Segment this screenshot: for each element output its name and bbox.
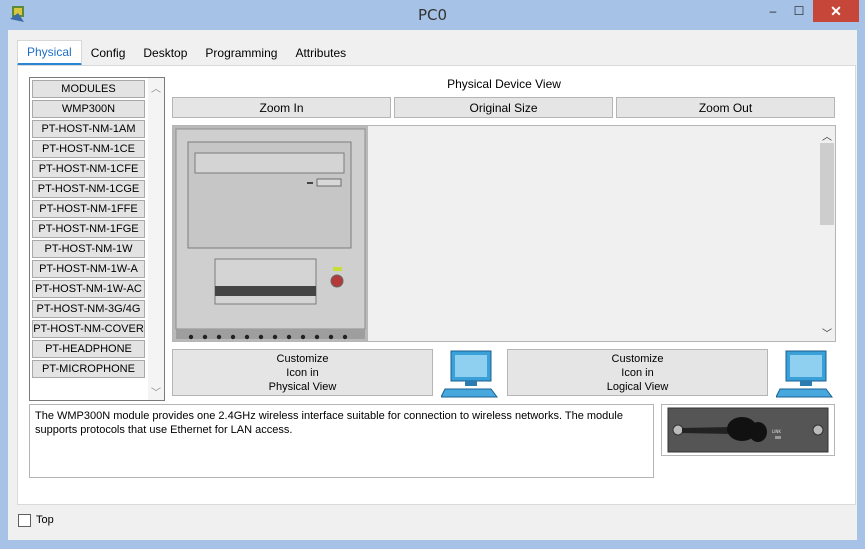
link-label: LINK	[772, 429, 781, 434]
module-description: The WMP300N module provides one 2.4GHz w…	[29, 404, 654, 478]
zoom-out-button[interactable]: Zoom Out	[616, 97, 835, 118]
window-title: PC0	[417, 6, 448, 24]
maximize-button[interactable]: ☐	[786, 0, 812, 22]
module-item-pt-host-nm-1am[interactable]: PT-HOST-NM-1AM	[32, 120, 145, 138]
scrollbar-thumb[interactable]	[820, 143, 834, 225]
tab-bar: Physical Config Desktop Programming Attr…	[17, 40, 355, 66]
module-item-pt-host-nm-1fge[interactable]: PT-HOST-NM-1FGE	[32, 220, 145, 238]
physical-tab-panel: MODULES WMP300N PT-HOST-NM-1AM PT-HOST-N…	[17, 65, 856, 505]
customize-logical-line2: Icon in	[621, 366, 654, 379]
module-item-wmp300n[interactable]: WMP300N	[32, 100, 145, 118]
title-bar: PC0 – ☐ ✕	[0, 0, 865, 30]
tab-config[interactable]: Config	[82, 40, 135, 66]
tab-desktop[interactable]: Desktop	[134, 40, 196, 66]
module-preview: LINK	[661, 404, 835, 456]
module-item-pt-headphone[interactable]: PT-HEADPHONE	[32, 340, 145, 358]
minimize-button[interactable]: –	[760, 0, 786, 22]
module-item-pt-host-nm-1cge[interactable]: PT-HOST-NM-1CGE	[32, 180, 145, 198]
zoom-in-button[interactable]: Zoom In	[172, 97, 391, 118]
module-item-pt-host-nm-1ffe[interactable]: PT-HOST-NM-1FFE	[32, 200, 145, 218]
module-item-pt-host-nm-1w-a[interactable]: PT-HOST-NM-1W-A	[32, 260, 145, 278]
top-checkbox-label: Top	[36, 514, 54, 526]
module-item-modules[interactable]: MODULES	[32, 80, 145, 98]
scroll-down-icon[interactable]: ﹀	[819, 325, 835, 340]
scroll-up-icon[interactable]: ︿	[819, 128, 835, 143]
customize-physical-line3: Physical View	[268, 380, 337, 393]
top-checkbox[interactable]	[18, 514, 31, 527]
customize-logical-line3: Logical View	[606, 380, 669, 393]
customize-physical-line1: Customize	[276, 352, 329, 365]
module-list: MODULES WMP300N PT-HOST-NM-1AM PT-HOST-N…	[29, 77, 165, 401]
wmp300n-module-image: LINK	[667, 407, 829, 453]
module-item-pt-host-nm-1cfe[interactable]: PT-HOST-NM-1CFE	[32, 160, 145, 178]
customize-logical-line1: Customize	[611, 352, 664, 365]
client-area: Physical Config Desktop Programming Attr…	[8, 30, 857, 540]
tab-attributes[interactable]: Attributes	[286, 40, 355, 66]
scroll-down-icon[interactable]: ﹀	[148, 384, 164, 399]
window: PC0 – ☐ ✕ Physical Config Desktop Progra…	[0, 0, 865, 549]
customize-physical-icon-button[interactable]: Customize Icon in Physical View	[172, 349, 433, 396]
module-item-pt-host-nm-1w-ac[interactable]: PT-HOST-NM-1W-AC	[32, 280, 145, 298]
customize-physical-line2: Icon in	[286, 366, 319, 379]
scroll-up-icon[interactable]: ︿	[148, 80, 164, 95]
module-item-pt-host-nm-1w[interactable]: PT-HOST-NM-1W	[32, 240, 145, 258]
pc-tower-image[interactable]	[173, 126, 368, 341]
module-list-scrollbar[interactable]: ︿ ﹀	[148, 78, 164, 400]
module-list-items: MODULES WMP300N PT-HOST-NM-1AM PT-HOST-N…	[32, 80, 147, 380]
computer-monitor-icon	[776, 350, 833, 398]
computer-monitor-icon	[441, 350, 498, 398]
physical-device-canvas[interactable]: ︿ ﹀	[172, 125, 836, 342]
customize-logical-icon-button[interactable]: Customize Icon in Logical View	[507, 349, 768, 396]
tab-physical[interactable]: Physical	[17, 40, 82, 66]
module-item-pt-microphone[interactable]: PT-MICROPHONE	[32, 360, 145, 378]
original-size-button[interactable]: Original Size	[394, 97, 613, 118]
close-button[interactable]: ✕	[813, 0, 859, 22]
module-item-pt-host-nm-1ce[interactable]: PT-HOST-NM-1CE	[32, 140, 145, 158]
module-item-pt-host-nm-cover[interactable]: PT-HOST-NM-COVER	[32, 320, 145, 338]
canvas-scrollbar[interactable]: ︿ ﹀	[818, 126, 835, 341]
module-item-pt-host-nm-3g-4g[interactable]: PT-HOST-NM-3G/4G	[32, 300, 145, 318]
tab-programming[interactable]: Programming	[196, 40, 286, 66]
physical-device-view-title: Physical Device View	[447, 77, 561, 91]
